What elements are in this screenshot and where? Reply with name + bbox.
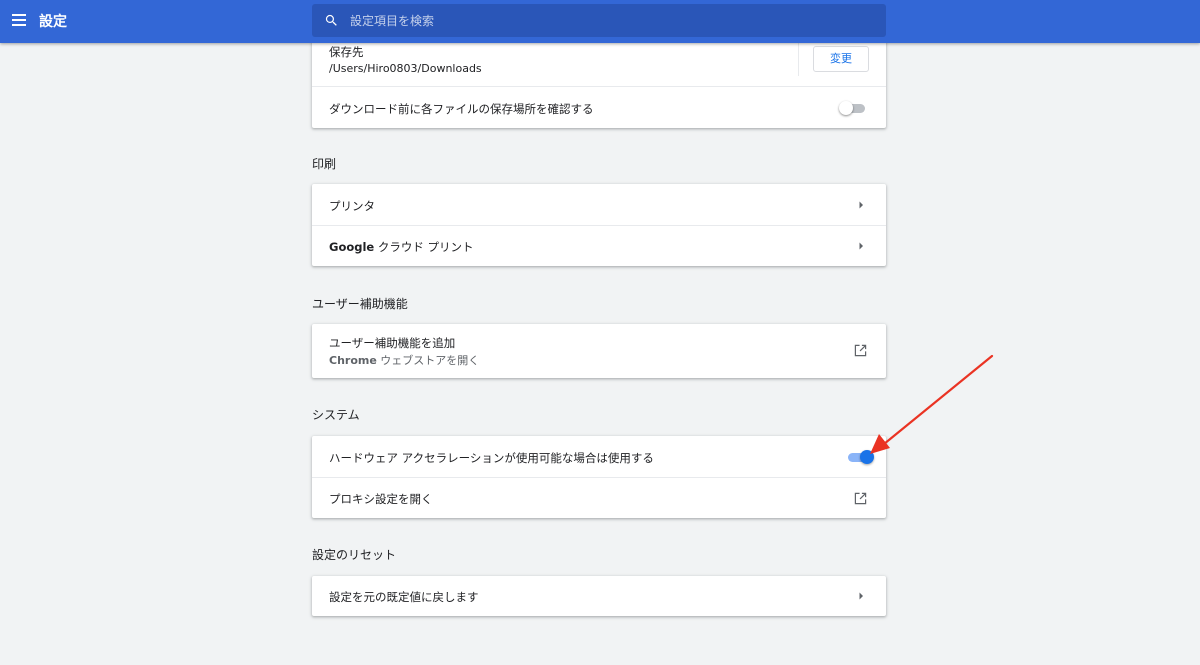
ask-location-label: ダウンロード前に各ファイルの保存場所を確認する <box>329 102 594 116</box>
top-bar: 設定 <box>0 0 1200 43</box>
hamburger-menu-icon[interactable] <box>12 14 26 26</box>
cloud-print-label-text: クラウド プリント <box>374 240 474 254</box>
save-location-row: 保存先 /Users/Hiro0803/Downloads 変更 <box>312 42 886 86</box>
restore-defaults-row[interactable]: 設定を元の既定値に戻します <box>312 576 886 616</box>
save-location-label: 保存先 <box>329 45 364 59</box>
printing-card: プリンタ Google クラウド プリント <box>312 184 886 266</box>
system-card: ハードウェア アクセラレーションが使用可能な場合は使用する プロキシ設定を開く <box>312 436 886 518</box>
cloud-print-row[interactable]: Google クラウド プリント <box>312 225 886 266</box>
ask-location-row[interactable]: ダウンロード前に各ファイルの保存場所を確認する <box>312 86 886 128</box>
proxy-label: プロキシ設定を開く <box>329 492 433 506</box>
cloud-print-label-brand: Google <box>329 240 375 254</box>
printers-row[interactable]: プリンタ <box>312 184 886 225</box>
add-accessibility-label: ユーザー補助機能を追加 <box>329 336 456 350</box>
page-title: 設定 <box>39 14 67 30</box>
open-in-new-icon[interactable] <box>854 344 867 357</box>
search-icon <box>325 14 337 26</box>
accessibility-section-title: ユーザー補助機能 <box>312 297 408 311</box>
printers-label: プリンタ <box>329 199 375 213</box>
accessibility-card: ユーザー補助機能を追加 Chrome ウェブストアを開く <box>312 324 886 378</box>
chevron-right-icon[interactable] <box>855 590 867 602</box>
downloads-card: 保存先 /Users/Hiro0803/Downloads 変更 ダウンロード前… <box>312 30 886 128</box>
cloud-print-label: Google クラウド プリント <box>329 239 474 255</box>
add-accessibility-row[interactable]: ユーザー補助機能を追加 Chrome ウェブストアを開く <box>312 324 886 378</box>
save-location-path: /Users/Hiro0803/Downloads <box>329 62 482 75</box>
hardware-accel-toggle[interactable] <box>846 450 874 464</box>
reset-section-title: 設定のリセット <box>312 548 397 562</box>
toggle-knob <box>860 450 874 464</box>
reset-card: 設定を元の既定値に戻します <box>312 576 886 616</box>
proxy-row[interactable]: プロキシ設定を開く <box>312 477 886 518</box>
restore-defaults-label: 設定を元の既定値に戻します <box>329 590 479 604</box>
system-section-title: システム <box>312 408 360 422</box>
change-location-button[interactable]: 変更 <box>813 46 869 72</box>
add-accessibility-sub-brand: Chrome <box>329 354 377 367</box>
search-box[interactable] <box>312 4 886 37</box>
vertical-divider <box>798 42 799 76</box>
chevron-right-icon[interactable] <box>855 240 867 252</box>
add-accessibility-sub: Chrome ウェブストアを開く <box>329 352 479 368</box>
chevron-right-icon[interactable] <box>855 199 867 211</box>
open-in-new-icon[interactable] <box>854 492 867 505</box>
toggle-knob <box>839 101 853 115</box>
hardware-accel-row[interactable]: ハードウェア アクセラレーションが使用可能な場合は使用する <box>312 436 886 477</box>
add-accessibility-sub-text: ウェブストアを開く <box>376 354 480 367</box>
ask-location-toggle[interactable] <box>839 101 867 115</box>
printing-section-title: 印刷 <box>312 157 337 171</box>
hardware-accel-label: ハードウェア アクセラレーションが使用可能な場合は使用する <box>329 451 654 465</box>
search-input[interactable] <box>350 4 870 37</box>
